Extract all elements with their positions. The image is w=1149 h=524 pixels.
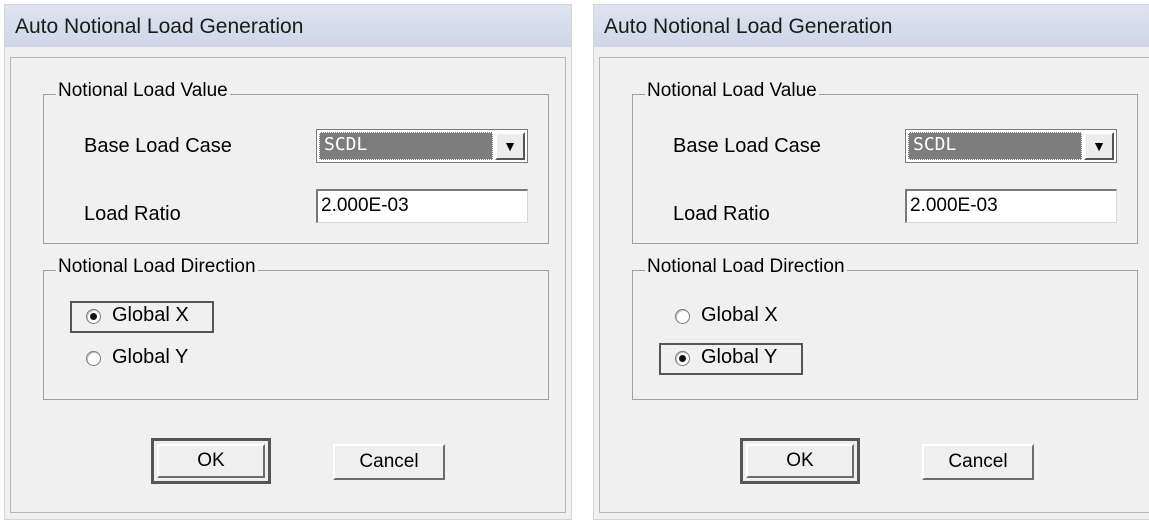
chevron-down-icon[interactable]: ▼ [495, 132, 525, 160]
notional-load-value-group: Notional Load Value Base Load Case SCDL … [43, 80, 549, 244]
notional-load-direction-group: Notional Load Direction Global X Global … [43, 256, 549, 400]
load-ratio-input[interactable]: 2.000E-03 [316, 189, 528, 223]
radio-icon[interactable] [675, 309, 690, 324]
load-ratio-label: Load Ratio [673, 203, 770, 225]
dialog-body: Notional Load Value Base Load Case SCDL … [599, 57, 1149, 513]
radio-label-global-y: Global Y [701, 346, 778, 368]
radio-label-global-x: Global X [112, 304, 189, 326]
group-legend: Notional Load Direction [645, 256, 847, 278]
notional-load-direction-group: Notional Load Direction Global X Global … [632, 256, 1138, 400]
title-bar[interactable]: Auto Notional Load Generation [5, 5, 571, 47]
radio-label-global-y: Global Y [112, 346, 189, 368]
radio-global-x[interactable]: Global X [82, 301, 262, 333]
radio-icon[interactable] [86, 351, 101, 366]
cancel-button[interactable]: Cancel [922, 444, 1034, 480]
radio-icon[interactable] [675, 351, 690, 366]
dialog-body: Notional Load Value Base Load Case SCDL … [10, 57, 566, 513]
dialog-right: Auto Notional Load Generation Notional L… [593, 4, 1149, 520]
base-load-case-value[interactable]: SCDL [908, 132, 1082, 160]
base-load-case-value[interactable]: SCDL [319, 132, 493, 160]
dialog-title: Auto Notional Load Generation [15, 15, 304, 38]
base-load-case-label: Base Load Case [84, 135, 232, 157]
base-load-case-label: Base Load Case [673, 135, 821, 157]
ok-button-label: OK [157, 444, 265, 478]
radio-global-y[interactable]: Global Y [82, 343, 262, 375]
radio-label-global-x: Global X [701, 304, 778, 326]
group-legend: Notional Load Direction [56, 256, 258, 278]
radio-icon[interactable] [86, 309, 101, 324]
chevron-down-icon[interactable]: ▼ [1084, 132, 1114, 160]
base-load-case-dropdown[interactable]: SCDL ▼ [905, 129, 1117, 163]
base-load-case-dropdown[interactable]: SCDL ▼ [316, 129, 528, 163]
dialog-title: Auto Notional Load Generation [604, 15, 893, 38]
ok-button[interactable]: OK [151, 438, 271, 484]
notional-load-value-group: Notional Load Value Base Load Case SCDL … [632, 80, 1138, 244]
ok-button-label: OK [746, 444, 854, 478]
radio-global-x[interactable]: Global X [671, 301, 851, 333]
group-legend: Notional Load Value [56, 80, 230, 102]
title-bar[interactable]: Auto Notional Load Generation [594, 5, 1149, 47]
ok-button[interactable]: OK [740, 438, 860, 484]
radio-global-y[interactable]: Global Y [671, 343, 851, 375]
group-legend: Notional Load Value [645, 80, 819, 102]
dialog-left: Auto Notional Load Generation Notional L… [4, 4, 572, 520]
load-ratio-input[interactable]: 2.000E-03 [905, 189, 1117, 223]
load-ratio-label: Load Ratio [84, 203, 181, 225]
cancel-button[interactable]: Cancel [333, 444, 445, 480]
